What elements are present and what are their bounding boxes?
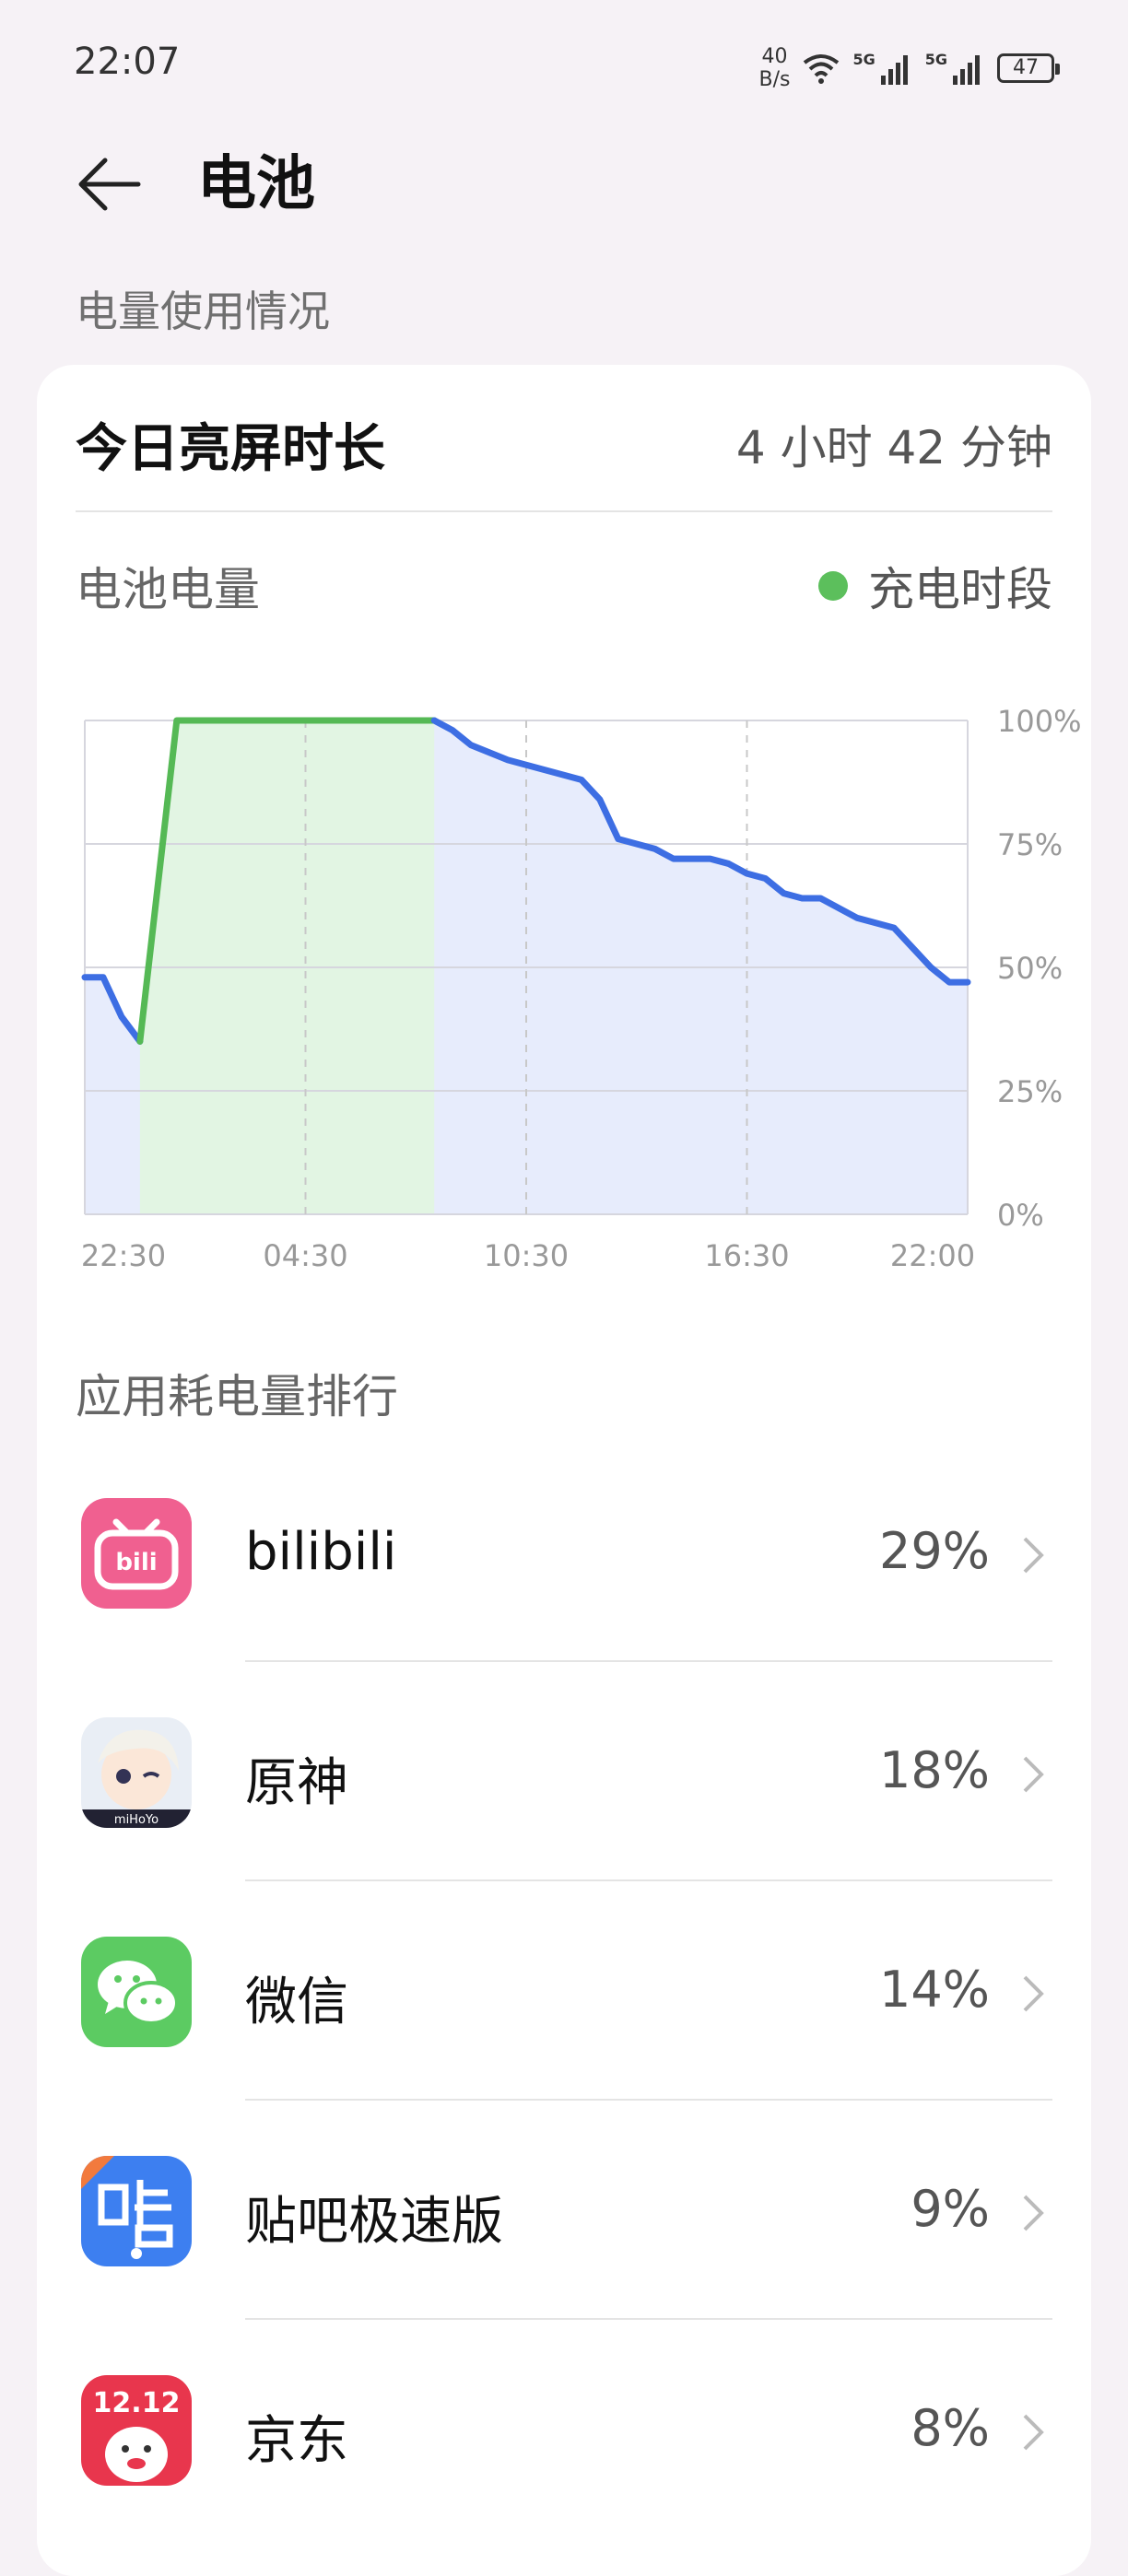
app-percent: 18%	[878, 1741, 990, 1799]
battery-icon: 47	[997, 53, 1060, 83]
network-speed: 40 B/s	[758, 45, 791, 91]
app-name: 微信	[245, 1973, 348, 2032]
chevron-right-icon	[1023, 2195, 1044, 2231]
y-tick-label: 75%	[997, 827, 1063, 862]
back-arrow-icon[interactable]	[72, 147, 146, 221]
chart-legend: 充电时段	[818, 553, 1052, 619]
app-percent: 9%	[911, 2180, 990, 2238]
jd-icon: 12.12	[81, 2375, 192, 2486]
app-name: 京东	[245, 2411, 348, 2471]
chevron-right-icon	[1023, 2414, 1044, 2451]
y-tick-label: 100%	[997, 704, 1081, 739]
svg-text:bili: bili	[115, 1549, 157, 1576]
app-row-bilibili[interactable]: bili bilibili 29%	[37, 1443, 1091, 1662]
app-row-tieba[interactable]: 贴吧极速版 9%	[37, 2101, 1091, 2320]
cell-signal-icon	[953, 55, 980, 85]
wechat-icon	[81, 1937, 192, 2047]
app-percent: 29%	[878, 1522, 990, 1580]
chevron-right-icon	[1023, 1537, 1044, 1574]
x-tick-label: 10:30	[484, 1238, 569, 1268]
x-tick-label: 22:00	[890, 1238, 975, 1268]
legend-green-dot	[818, 571, 848, 601]
svg-text:12.12: 12.12	[93, 2387, 181, 2419]
genshin-icon: miHoYo	[81, 1717, 192, 1828]
x-tick-label: 22:30	[81, 1238, 166, 1268]
y-tick-label: 25%	[997, 1074, 1063, 1109]
app-percent: 14%	[878, 1961, 990, 2019]
x-tick-label: 04:30	[263, 1238, 347, 1268]
battery-card: 今日亮屏时长 4 小时 42 分钟 电池电量 充电时段 100% 75% 50% 25…	[37, 365, 1091, 2576]
signal-2-type: 5G	[924, 50, 947, 68]
battery-level-label: 电池电量	[76, 563, 260, 616]
y-tick-label: 50%	[997, 951, 1063, 986]
battery-chart[interactable]: 100% 75% 50% 25% 0% 22:30 04:30 10:30 16:30 22:00	[37, 697, 1091, 1268]
tieba-icon	[81, 2156, 192, 2266]
status-time: 22:07	[74, 41, 181, 83]
bilibili-icon: bili	[81, 1498, 192, 1609]
screen-time-value: 4 小时 42 分钟	[735, 421, 1052, 474]
divider	[76, 510, 1052, 512]
app-name: bilibili	[245, 1522, 397, 1582]
app-name: 原神	[245, 1753, 348, 1813]
signal-1-type: 5G	[852, 50, 875, 68]
cell-signal-icon	[880, 55, 908, 85]
status-icons: 40 B/s 5G 5G 47	[758, 41, 1060, 96]
app-row-wechat[interactable]: 微信 14%	[37, 1881, 1091, 2101]
legend-charging-label: 充电时段	[868, 563, 1052, 616]
page-title: 电池	[197, 150, 315, 218]
y-tick-label: 0%	[997, 1198, 1044, 1233]
svg-text:miHoYo: miHoYo	[114, 1813, 159, 1827]
screen-time-label: 今日亮屏时长	[76, 419, 385, 479]
usage-section-label: 电量使用情况	[76, 287, 330, 336]
app-percent: 8%	[911, 2399, 990, 2457]
chevron-right-icon	[1023, 1975, 1044, 2012]
app-name: 贴吧极速版	[245, 2192, 503, 2252]
app-row-jd[interactable]: 12.12 京东 8%	[37, 2320, 1091, 2539]
app-ranking-title: 应用耗电量排行	[76, 1370, 398, 1423]
x-tick-label: 16:30	[704, 1238, 789, 1268]
wifi-icon	[804, 54, 840, 84]
app-row-genshin[interactable]: miHoYo 原神 18%	[37, 1662, 1091, 1881]
status-bar: 22:07 40 B/s 5G 5G 47	[0, 0, 1128, 129]
chevron-right-icon	[1023, 1756, 1044, 1793]
